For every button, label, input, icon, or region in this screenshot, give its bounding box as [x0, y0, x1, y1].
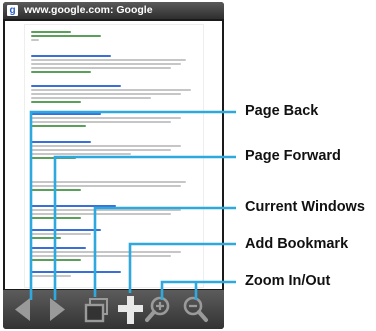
current-windows-leader [93, 206, 236, 297]
add-bookmark-label: Add Bookmark [245, 236, 349, 252]
add-bookmark-leader [128, 242, 236, 293]
current-windows-label: Current Windows [245, 199, 365, 215]
page-back-leader [29, 110, 236, 300]
zoom-in-leader [160, 280, 236, 300]
page-forward-label: Page Forward [245, 148, 341, 164]
zoom-in-out-label: Zoom In/Out [245, 273, 331, 289]
page-back-label: Page Back [245, 103, 319, 119]
page-forward-leader [53, 155, 236, 300]
